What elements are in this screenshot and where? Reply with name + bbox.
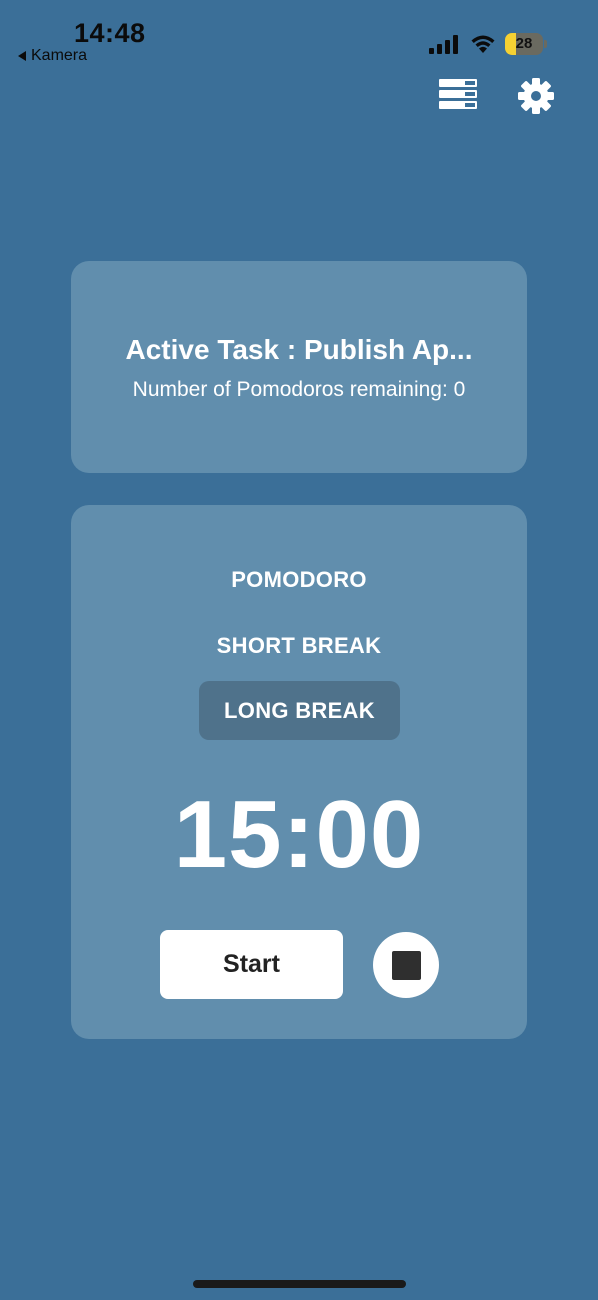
back-link-label: Kamera xyxy=(31,47,88,64)
mode-long-break-label: LONG BREAK xyxy=(224,697,375,723)
task-list-icon[interactable] xyxy=(438,78,478,110)
mode-short-break[interactable]: SHORT BREAK xyxy=(0,633,598,659)
back-to-camera-link[interactable]: Kamera xyxy=(18,47,87,65)
active-task-title: Active Task : Publish Ap... xyxy=(125,334,473,365)
wifi-icon xyxy=(471,35,495,53)
status-time: 14:48 xyxy=(74,18,146,48)
battery-level: 28 xyxy=(515,35,533,52)
active-task-card xyxy=(71,261,527,473)
pomodoros-remaining: Number of Pomodoros remaining: 0 xyxy=(132,378,466,401)
settings-gear-icon[interactable] xyxy=(518,78,554,114)
battery-icon: 28 xyxy=(505,33,548,55)
home-indicator[interactable] xyxy=(193,1280,406,1288)
mode-long-break[interactable]: LONG BREAK xyxy=(199,681,400,740)
timer-display: 15:00 xyxy=(173,781,425,888)
mode-pomodoro[interactable]: POMODORO xyxy=(0,567,598,593)
stop-button[interactable] xyxy=(373,932,439,998)
back-arrow-icon xyxy=(18,51,26,61)
start-button[interactable]: Start xyxy=(160,930,343,999)
pomodoro-screen: 14:48 Kamera 28 Active Task: Publish Ap… xyxy=(0,0,598,1300)
signal-icon xyxy=(429,35,458,54)
stop-icon xyxy=(391,950,421,980)
